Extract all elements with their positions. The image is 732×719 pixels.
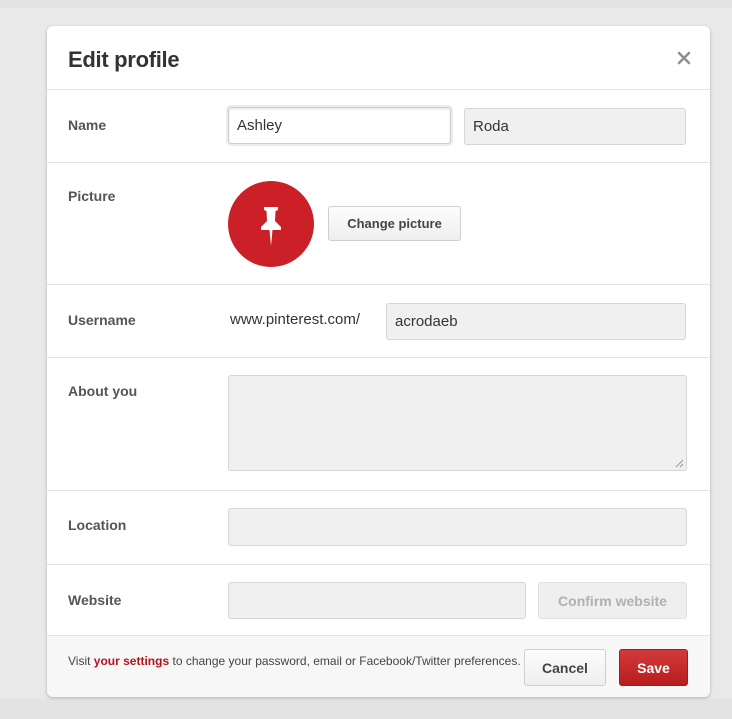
- location-input[interactable]: [228, 508, 687, 546]
- first-name-input[interactable]: [228, 107, 451, 144]
- username-row: Username www.pinterest.com/: [47, 285, 710, 358]
- username-url-prefix: www.pinterest.com/: [230, 311, 361, 328]
- close-icon[interactable]: [676, 50, 692, 66]
- location-label: Location: [68, 517, 127, 533]
- name-label: Name: [68, 117, 107, 133]
- dialog-header: Edit profile: [47, 26, 710, 90]
- dialog-footer: Visit your settings to change your passw…: [47, 636, 710, 697]
- profile-avatar: [228, 181, 314, 267]
- picture-label: Picture: [68, 188, 116, 204]
- change-picture-button[interactable]: Change picture: [328, 206, 461, 241]
- footer-note: Visit your settings to change your passw…: [68, 653, 521, 670]
- background-band-bottom: [0, 699, 732, 719]
- edit-profile-dialog: Edit profile Name Picture Change picture…: [47, 26, 710, 697]
- footer-text-after: to change your password, email or Facebo…: [169, 654, 521, 668]
- dialog-title: Edit profile: [68, 47, 180, 72]
- website-input[interactable]: [228, 582, 526, 619]
- cancel-button[interactable]: Cancel: [524, 649, 606, 686]
- your-settings-link[interactable]: your settings: [94, 654, 169, 668]
- username-input[interactable]: [386, 303, 686, 340]
- picture-row: Picture Change picture: [47, 163, 710, 285]
- location-row: Location: [47, 491, 710, 565]
- last-name-input[interactable]: [464, 108, 686, 145]
- website-label: Website: [68, 592, 122, 608]
- website-row: Website Confirm website: [47, 565, 710, 636]
- pushpin-icon: [261, 207, 281, 246]
- save-button[interactable]: Save: [619, 649, 688, 686]
- about-row: About you: [47, 358, 710, 491]
- about-textarea[interactable]: [228, 375, 687, 471]
- username-label: Username: [68, 312, 136, 328]
- background-band-top: [0, 0, 732, 8]
- footer-text-before: Visit: [68, 654, 94, 668]
- name-row: Name: [47, 90, 710, 163]
- about-label: About you: [68, 383, 138, 399]
- resize-grip-icon[interactable]: [674, 458, 684, 468]
- confirm-website-button[interactable]: Confirm website: [538, 582, 687, 619]
